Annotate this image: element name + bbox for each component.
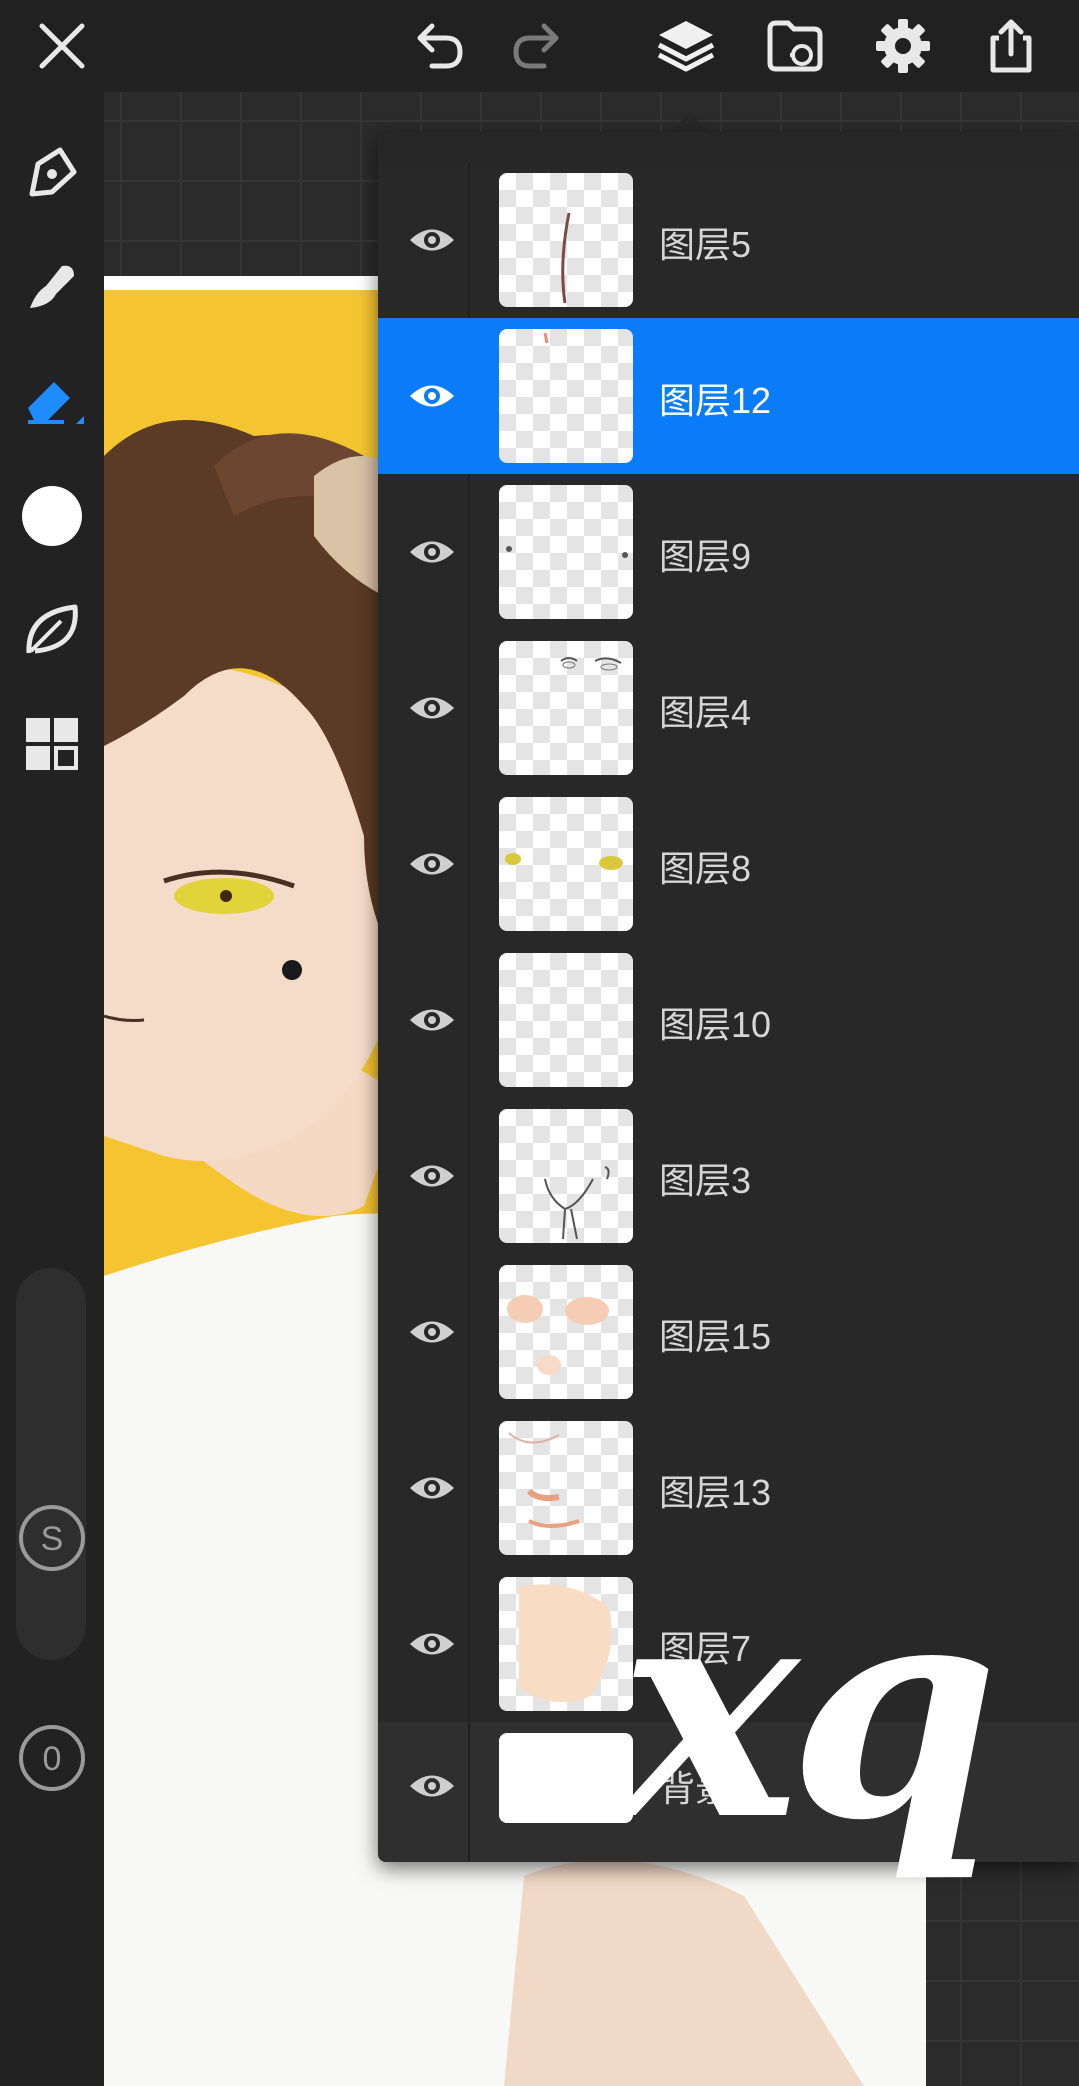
visibility-eye-icon[interactable] — [392, 668, 472, 748]
size-label: S — [41, 1520, 64, 1558]
opacity-button[interactable]: 0 — [12, 1718, 92, 1798]
visibility-eye-icon[interactable] — [392, 1448, 472, 1528]
panel-pointer — [668, 112, 712, 134]
layer-row[interactable]: 图层15 — [378, 1254, 1079, 1412]
layer-row[interactable]: 图层8 — [378, 786, 1079, 944]
layers-icon[interactable] — [646, 6, 726, 86]
visibility-eye-icon[interactable] — [392, 1604, 472, 1684]
layer-name: 图层4 — [659, 692, 752, 733]
layer-row[interactable]: 图层4 — [378, 630, 1079, 788]
layer-row[interactable]: 图层5 — [378, 162, 1079, 320]
visibility-eye-icon[interactable] — [392, 1292, 472, 1372]
layer-thumbnail — [499, 485, 633, 619]
share-icon[interactable] — [971, 6, 1051, 86]
layer-name: 图层13 — [659, 1472, 772, 1513]
visibility-eye-icon[interactable] — [392, 1136, 472, 1216]
layer-name: 图层15 — [659, 1316, 772, 1357]
layer-thumbnail — [499, 953, 633, 1087]
layer-name: 图层8 — [659, 848, 752, 889]
layer-thumbnail — [499, 797, 633, 931]
layer-name: 图层9 — [659, 536, 752, 577]
undo-icon[interactable] — [400, 6, 480, 86]
visibility-eye-icon[interactable] — [392, 824, 472, 904]
layer-name: 图层12 — [659, 380, 772, 421]
layer-row[interactable]: 图层10 — [378, 942, 1079, 1100]
layer-thumbnail — [499, 641, 633, 775]
layer-thumbnail — [499, 1421, 633, 1555]
layer-thumbnail — [499, 1265, 633, 1399]
close-icon[interactable] — [22, 6, 102, 86]
smudge-icon[interactable] — [12, 248, 92, 328]
visibility-eye-icon[interactable] — [392, 356, 472, 436]
watermark: xq — [620, 1533, 999, 1886]
redo-icon[interactable] — [496, 6, 576, 86]
visibility-eye-icon[interactable] — [392, 1746, 472, 1826]
layer-row[interactable]: 图层9 — [378, 474, 1079, 632]
gallery-icon[interactable] — [12, 704, 92, 784]
visibility-eye-icon[interactable] — [392, 512, 472, 592]
eraser-icon[interactable] — [12, 360, 92, 440]
layer-name: 图层10 — [659, 1004, 772, 1045]
top-toolbar — [0, 0, 1079, 92]
layer-name: 图层3 — [659, 1160, 752, 1201]
opacity-label: 0 — [43, 1740, 62, 1778]
pen-icon[interactable] — [12, 132, 92, 212]
layer-thumbnail — [499, 1577, 633, 1711]
layer-thumbnail — [499, 1109, 633, 1243]
layer-name: 图层5 — [659, 224, 752, 265]
visibility-eye-icon[interactable] — [392, 980, 472, 1060]
leaf-icon[interactable] — [12, 590, 92, 670]
layer-thumbnail — [499, 1733, 633, 1823]
layer-thumbnail — [499, 173, 633, 307]
layer-thumbnail — [499, 329, 633, 463]
visibility-eye-icon[interactable] — [392, 200, 472, 280]
layer-row[interactable]: 图层3 — [378, 1098, 1079, 1256]
brush-size-slider[interactable] — [16, 1268, 86, 1660]
size-button[interactable]: S — [12, 1498, 92, 1578]
settings-icon[interactable] — [863, 6, 943, 86]
layer-row-selected[interactable]: 图层12 — [378, 318, 1079, 476]
color-swatch[interactable] — [12, 476, 92, 556]
import-icon[interactable] — [755, 6, 835, 86]
